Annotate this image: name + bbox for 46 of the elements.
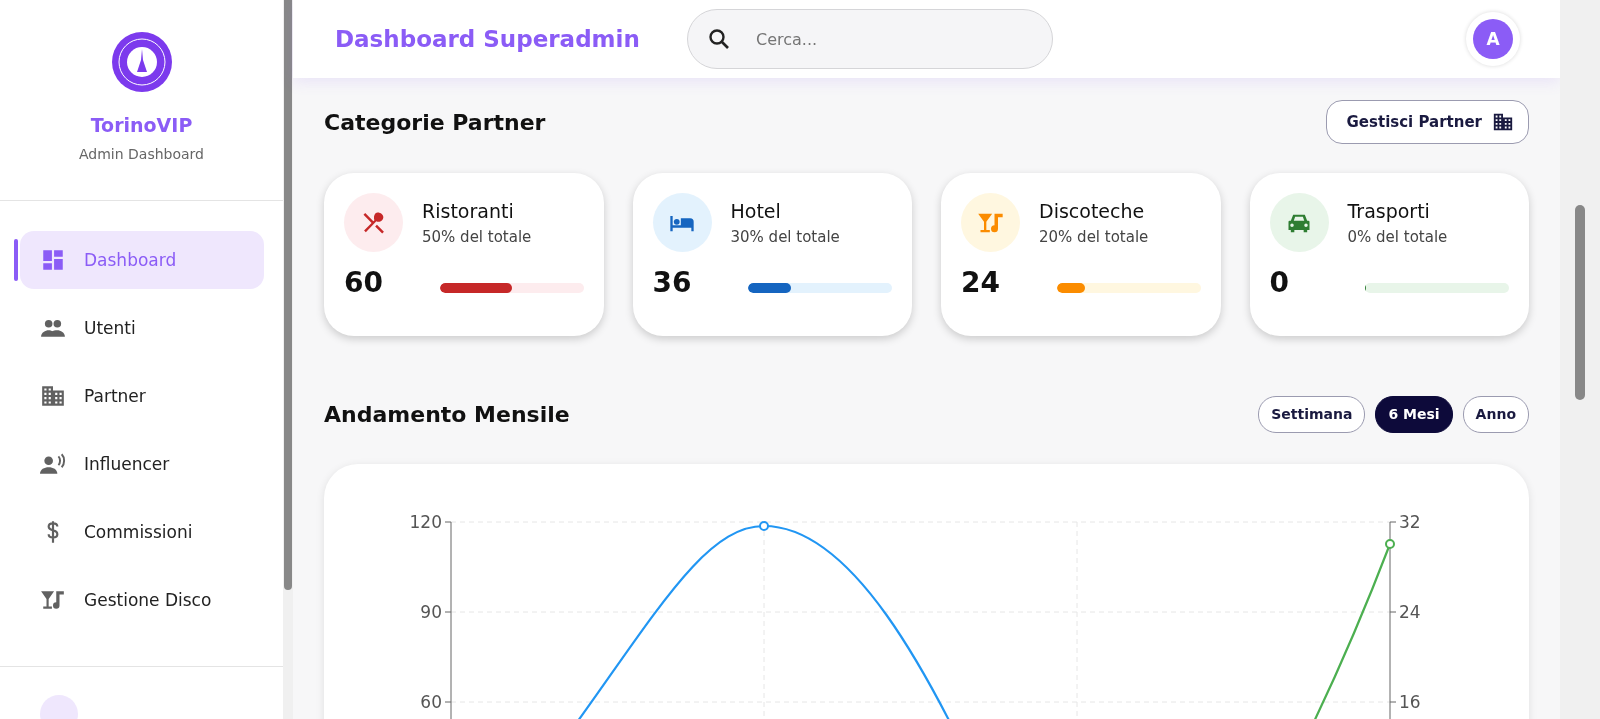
brand-subtitle: Admin Dashboard [79,146,204,162]
page-title: Dashboard Superadmin [335,26,641,52]
category-name: Ristoranti [422,199,515,222]
sidebar-item[interactable]: Influencer [20,435,264,493]
category-share: 30% del totale [730,227,840,246]
category-count: 60 [344,266,383,299]
building-icon [40,383,66,409]
period-button[interactable]: Anno [1462,395,1529,433]
axis-label: 16 [1399,692,1421,712]
category-share: 0% del totale [1347,227,1448,246]
data-point [1385,539,1395,549]
sidebar-item[interactable]: Dashboard [20,231,264,289]
category-count: 24 [961,266,1000,299]
building-icon [1492,111,1514,133]
section-title: Andamento Mensile [324,401,570,427]
axis-label: 90 [420,602,442,622]
dashboard-icon [40,247,66,273]
search-field[interactable]: Cerca... [687,9,1053,69]
category-name: Hotel [730,199,782,222]
data-point [759,521,769,531]
sidebar-item[interactable]: Partner [20,367,264,425]
period-button[interactable]: 6 Mesi [1375,395,1453,433]
speaker-icon [40,451,66,477]
section-title: Categorie Partner [324,109,546,135]
axis-label: 60 [420,692,442,712]
user-avatar[interactable]: A [1473,19,1513,59]
sidebar-item[interactable]: Commissioni [20,503,264,561]
category-name: Trasporti [1347,199,1431,222]
sidebar-item[interactable]: Utenti [20,299,264,357]
brand-name: TorinoVIP [90,114,193,136]
category-share: 50% del totale [422,227,532,246]
logo-icon [111,32,172,92]
page-scrollbar[interactable] [1560,0,1600,719]
category-name: Discoteche [1039,199,1146,222]
manage-partner-button[interactable]: Gestisci Partner [1325,100,1529,144]
category-share: 20% del totale [1039,227,1149,246]
sidebar-scrollbar[interactable] [283,0,293,719]
active-indicator [14,239,18,281]
category-count: 0 [1269,266,1289,299]
axis-label: 32 [1399,512,1421,532]
search-icon [707,27,731,51]
axis-label: 120 [409,512,442,532]
axis-label: 24 [1399,602,1421,622]
category-count: 36 [652,266,692,299]
period-button[interactable]: Settimana [1258,395,1366,433]
sidebar-item[interactable]: Gestione Disco [20,571,264,629]
